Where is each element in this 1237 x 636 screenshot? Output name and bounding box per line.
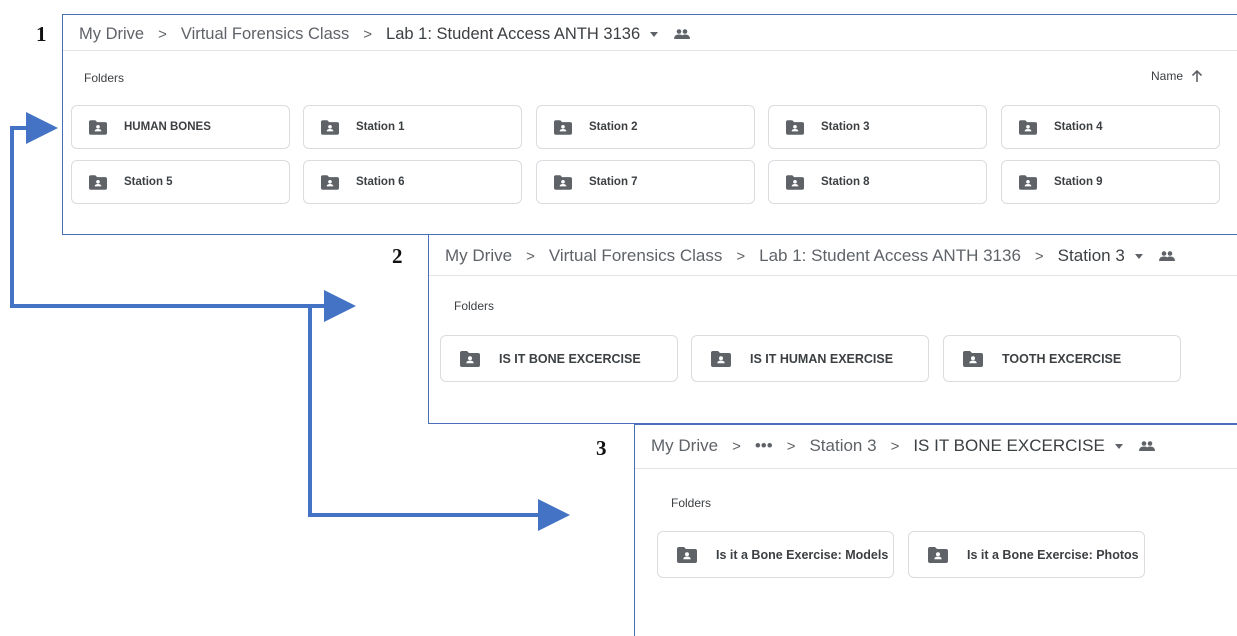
shared-folder-icon [786, 174, 804, 190]
folder-name: TOOTH EXCERCISE [1002, 351, 1122, 366]
shared-folder-icon [786, 119, 804, 135]
shared-folder-icon [321, 119, 339, 135]
folder-name: HUMAN BONES [124, 121, 211, 133]
drive-panel-lab1: My Drive > Virtual Forensics Class > Lab… [62, 14, 1237, 235]
folder-tile[interactable]: Station 4 [1001, 105, 1220, 149]
chevron-right-icon: > [526, 247, 535, 265]
folder-tile[interactable]: HUMAN BONES [71, 105, 290, 149]
shared-folder-icon [321, 174, 339, 190]
header-divider [635, 468, 1237, 469]
folder-tile[interactable]: Station 1 [303, 105, 522, 149]
shared-folder-icon [711, 350, 731, 367]
chevron-right-icon: > [736, 247, 746, 265]
shared-people-icon [1158, 251, 1175, 261]
folder-tile[interactable]: IS IT BONE EXCERCISE [440, 335, 678, 382]
folder-name: Station 1 [356, 121, 405, 133]
sort-by-name[interactable]: Name [1151, 69, 1203, 83]
shared-folder-icon [460, 350, 480, 367]
folder-name: Station 5 [124, 176, 173, 188]
section-folders-label: Folders [84, 71, 125, 85]
folder-tile[interactable]: Station 2 [536, 105, 755, 149]
breadcrumb-bone-exercise[interactable]: IS IT BONE EXCERCISE [913, 436, 1104, 456]
breadcrumb-my-drive[interactable]: My Drive [79, 25, 144, 44]
breadcrumb: My Drive > Virtual Forensics Class > Lab… [445, 241, 1175, 271]
chevron-right-icon: > [158, 25, 167, 43]
dropdown-caret-icon[interactable] [650, 31, 659, 37]
breadcrumb-my-drive[interactable]: My Drive [445, 246, 512, 266]
breadcrumb-lab1[interactable]: Lab 1: Student Access ANTH 3136 [759, 246, 1021, 266]
folder-tile[interactable]: Station 7 [536, 160, 755, 204]
folder-tile[interactable]: Station 5 [71, 160, 290, 204]
folder-name: Station 8 [821, 176, 870, 188]
folder-name: Station 6 [356, 176, 405, 188]
shared-folder-icon [1019, 174, 1037, 190]
shared-people-icon [1138, 441, 1155, 451]
chevron-right-icon: > [890, 437, 900, 455]
folder-name: IS IT BONE EXCERCISE [499, 351, 641, 366]
chevron-right-icon: > [786, 437, 796, 455]
folder-tile[interactable]: Station 8 [768, 160, 987, 204]
shared-people-icon [674, 29, 691, 39]
breadcrumb-virtual-forensics[interactable]: Virtual Forensics Class [549, 246, 723, 266]
folder-name: IS IT HUMAN EXERCISE [750, 351, 894, 366]
dropdown-caret-icon[interactable] [1134, 253, 1143, 259]
shared-folder-icon [89, 119, 107, 135]
dropdown-caret-icon[interactable] [1114, 443, 1123, 449]
folder-name: Station 3 [821, 121, 870, 133]
sort-label: Name [1150, 69, 1183, 83]
breadcrumb-lab1[interactable]: Lab 1: Student Access ANTH 3136 [386, 25, 640, 44]
chevron-right-icon: > [363, 25, 373, 43]
section-folders-label: Folders [454, 299, 495, 313]
breadcrumb: My Drive > ••• > Station 3 > IS IT BONE … [651, 431, 1155, 461]
drive-panel-station3: My Drive > Virtual Forensics Class > Lab… [428, 234, 1237, 424]
chevron-right-icon: > [1034, 247, 1044, 265]
shared-folder-icon [89, 174, 107, 190]
breadcrumb-station3[interactable]: Station 3 [809, 436, 876, 456]
folder-tile[interactable]: Station 3 [768, 105, 987, 149]
folder-tile[interactable]: IS IT HUMAN EXERCISE [691, 335, 929, 382]
breadcrumb-station3[interactable]: Station 3 [1058, 246, 1125, 266]
shared-folder-icon [554, 119, 572, 135]
folder-tile[interactable]: Is it a Bone Exercise: Photos [908, 531, 1145, 578]
arrow-to-human-bones [10, 112, 58, 308]
folder-name: Is it a Bone Exercise: Models [716, 547, 889, 562]
shared-folder-icon [554, 174, 572, 190]
folder-name: Station 4 [1054, 121, 1103, 133]
folder-name: Station 9 [1054, 176, 1103, 188]
folder-name: Station 2 [589, 121, 638, 133]
header-divider [429, 275, 1237, 276]
breadcrumb-virtual-forensics[interactable]: Virtual Forensics Class [181, 25, 349, 44]
folder-name: Station 7 [589, 176, 638, 188]
shared-folder-icon [963, 350, 983, 367]
arrow-up-icon[interactable] [1191, 69, 1203, 83]
folder-tile[interactable]: Is it a Bone Exercise: Models [657, 531, 894, 578]
folder-name: Is it a Bone Exercise: Photos [967, 547, 1139, 562]
shared-folder-icon [1019, 119, 1037, 135]
chevron-right-icon: > [732, 437, 741, 455]
drive-panel-bone-exercise: My Drive > ••• > Station 3 > IS IT BONE … [634, 424, 1237, 636]
shared-folder-icon [677, 546, 697, 563]
folder-tile[interactable]: Station 9 [1001, 160, 1220, 204]
shared-folder-icon [928, 546, 948, 563]
breadcrumb-my-drive[interactable]: My Drive [651, 436, 718, 456]
breadcrumb-more-icon[interactable]: ••• [755, 436, 773, 456]
header-divider [63, 50, 1237, 51]
breadcrumb: My Drive > Virtual Forensics Class > Lab… [79, 19, 691, 49]
folder-tile[interactable]: Station 6 [303, 160, 522, 204]
folder-tile[interactable]: TOOTH EXCERCISE [943, 335, 1181, 382]
section-folders-label: Folders [671, 496, 712, 510]
